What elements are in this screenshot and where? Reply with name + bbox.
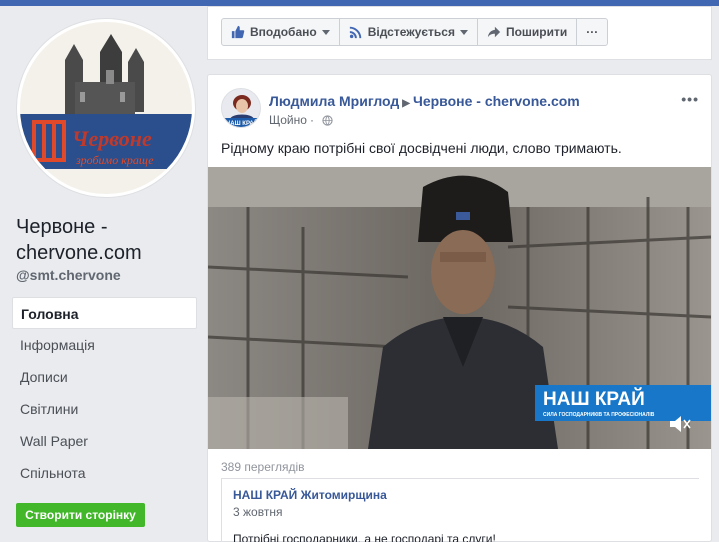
follow-label: Відстежується: [367, 25, 455, 39]
nav-item-home[interactable]: Головна: [12, 297, 197, 329]
nav-item-wall-paper[interactable]: Wall Paper: [12, 425, 197, 457]
chevron-down-icon: [459, 29, 468, 35]
author-photo: НАШ КРАЙ: [222, 89, 260, 127]
author-avatar[interactable]: НАШ КРАЙ: [221, 88, 261, 128]
nav-item-info[interactable]: Інформація: [12, 329, 197, 361]
shared-text: Потрібні господарники, а не господарі та…: [233, 532, 496, 542]
shared-author-link[interactable]: НАШ КРАЙ Житомирщина: [233, 488, 387, 502]
shared-post: НАШ КРАЙ Житомирщина 3 жовтня Потрібні г…: [221, 478, 699, 542]
author-name-link[interactable]: Людмила Мриглод: [269, 93, 399, 109]
page-action-bar: Вподобано Відстежується Поширити ···: [207, 6, 712, 60]
page-handle[interactable]: @smt.chervone: [16, 267, 121, 283]
more-actions-button[interactable]: ···: [577, 19, 607, 45]
page-profile-picture[interactable]: Червоне зробимо краще: [17, 19, 195, 197]
view-count: 389 переглядів: [221, 460, 305, 474]
rss-icon: [349, 26, 361, 39]
create-page-button[interactable]: Створити сторінку: [16, 503, 145, 527]
video-overlay-title: НАШ КРАЙ: [543, 388, 645, 410]
post-text: Рідному краю потрібні свої досвідчені лю…: [221, 140, 622, 156]
post-timestamp: Щойно ·: [269, 113, 333, 127]
page-nav: Головна Інформація Дописи Світлини Wall …: [12, 297, 197, 489]
logo-title-text: Червоне: [72, 126, 152, 151]
post-options-button[interactable]: •••: [681, 91, 699, 107]
nav-item-photos[interactable]: Світлини: [12, 393, 197, 425]
globe-icon: [322, 114, 333, 126]
like-button[interactable]: Вподобано: [222, 19, 340, 45]
post-time-link[interactable]: Щойно: [269, 113, 307, 127]
video-frame: НАШ КРАЙ СИЛА ГОСПОДАРНИКІВ ТА ПРОФЕСІОН…: [208, 167, 711, 449]
avatar-badge-text: НАШ КРАЙ: [226, 119, 258, 127]
left-column: Червоне зробимо краще Червоне - chervone…: [0, 6, 207, 542]
share-arrow-icon: [487, 26, 501, 38]
more-dots-icon: ···: [586, 25, 599, 39]
triangle-right-icon: ▶: [402, 98, 410, 109]
post-card: НАШ КРАЙ Людмила Мриглод ▶ Червоне - cherv…: [207, 74, 712, 542]
video-overlay-subtitle: СИЛА ГОСПОДАРНИКІВ ТА ПРОФЕСІОНАЛІВ: [543, 412, 655, 418]
chevron-down-icon: [321, 29, 330, 35]
shared-date-link[interactable]: 3 жовтня: [233, 505, 282, 519]
target-page-link[interactable]: Червоне - chervone.com: [413, 93, 580, 109]
share-button[interactable]: Поширити: [478, 19, 578, 45]
like-label: Вподобано: [250, 25, 317, 39]
nav-item-community[interactable]: Спільнота: [12, 457, 197, 489]
nav-item-posts[interactable]: Дописи: [12, 361, 197, 393]
post-header: Людмила Мриглод ▶ Червоне - chervone.com: [269, 93, 580, 109]
video-player[interactable]: НАШ КРАЙ СИЛА ГОСПОДАРНИКІВ ТА ПРОФЕСІОН…: [208, 167, 711, 449]
logo-image: Червоне зробимо краще: [20, 22, 192, 194]
thumbs-up-icon: [231, 25, 245, 39]
share-label: Поширити: [505, 25, 568, 39]
logo-tagline-text: зробимо краще: [75, 153, 154, 167]
action-buttons: Вподобано Відстежується Поширити ···: [221, 18, 609, 46]
page-name[interactable]: Червоне - chervone.com: [16, 214, 201, 266]
follow-button[interactable]: Відстежується: [340, 19, 478, 45]
